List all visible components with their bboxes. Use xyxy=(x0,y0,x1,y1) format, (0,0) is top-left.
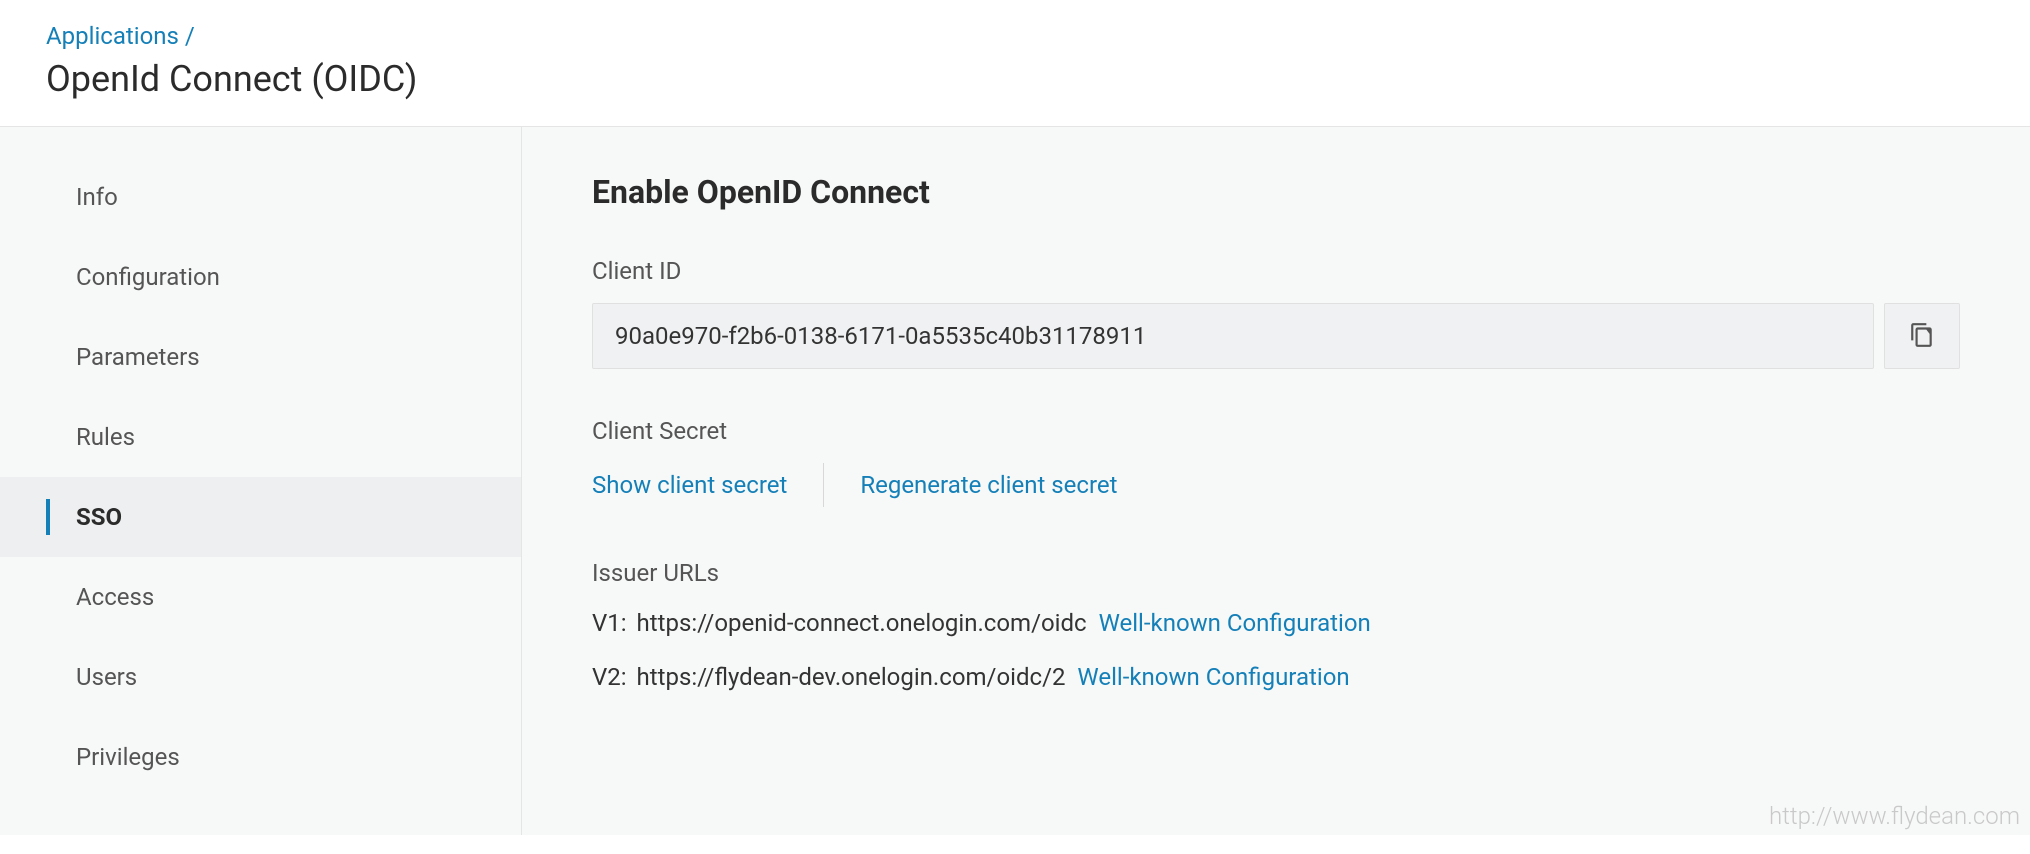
issuer-v1-line: V1: https://openid-connect.onelogin.com/… xyxy=(592,605,1960,641)
issuer-v1-prefix: V1: xyxy=(592,609,627,637)
sidebar: Info Configuration Parameters Rules SSO … xyxy=(0,127,522,835)
client-id-value: 90a0e970-f2b6-0138-6171-0a5535c40b311789… xyxy=(592,303,1874,369)
issuer-urls-label: Issuer URLs xyxy=(592,559,1960,587)
issuer-v1-url: https://openid-connect.onelogin.com/oidc xyxy=(637,609,1087,637)
sidebar-item-access[interactable]: Access xyxy=(0,557,521,637)
issuer-v2-wellknown-link[interactable]: Well-known Configuration xyxy=(1077,663,1349,691)
divider xyxy=(823,463,824,507)
copy-icon xyxy=(1909,320,1935,353)
issuer-v2-url: https://flydean-dev.onelogin.com/oidc/2 xyxy=(637,663,1066,691)
sidebar-item-info[interactable]: Info xyxy=(0,157,521,237)
sidebar-item-configuration[interactable]: Configuration xyxy=(0,237,521,317)
page-title: OpenId Connect (OIDC) xyxy=(46,58,1984,100)
sidebar-item-parameters[interactable]: Parameters xyxy=(0,317,521,397)
breadcrumb: Applications / xyxy=(46,22,1984,50)
main-content: Enable OpenID Connect Client ID 90a0e970… xyxy=(522,127,2030,835)
client-secret-label: Client Secret xyxy=(592,417,1960,445)
sidebar-item-label: SSO xyxy=(76,503,122,531)
sidebar-item-label: Parameters xyxy=(76,343,200,371)
sidebar-item-label: Access xyxy=(76,583,154,611)
breadcrumb-sep: / xyxy=(185,22,195,50)
show-client-secret-link[interactable]: Show client secret xyxy=(592,471,787,499)
sidebar-item-sso[interactable]: SSO xyxy=(0,477,521,557)
breadcrumb-parent-link[interactable]: Applications xyxy=(46,22,179,50)
issuer-v1-wellknown-link[interactable]: Well-known Configuration xyxy=(1099,609,1371,637)
issuer-v2-prefix: V2: xyxy=(592,663,627,691)
sidebar-item-users[interactable]: Users xyxy=(0,637,521,717)
regenerate-client-secret-link[interactable]: Regenerate client secret xyxy=(860,471,1117,499)
sidebar-item-rules[interactable]: Rules xyxy=(0,397,521,477)
copy-client-id-button[interactable] xyxy=(1884,303,1960,369)
sidebar-item-privileges[interactable]: Privileges xyxy=(0,717,521,797)
page-header: Applications / OpenId Connect (OIDC) xyxy=(0,0,2030,127)
watermark: http://www.flydean.com xyxy=(1769,802,2020,830)
client-id-label: Client ID xyxy=(592,257,1960,285)
sidebar-item-label: Rules xyxy=(76,423,135,451)
sidebar-item-label: Privileges xyxy=(76,743,180,771)
sidebar-item-label: Users xyxy=(76,663,137,691)
sidebar-item-label: Info xyxy=(76,183,118,211)
sidebar-item-label: Configuration xyxy=(76,263,220,291)
issuer-v2-line: V2: https://flydean-dev.onelogin.com/oid… xyxy=(592,659,1960,695)
section-title: Enable OpenID Connect xyxy=(592,173,1960,211)
